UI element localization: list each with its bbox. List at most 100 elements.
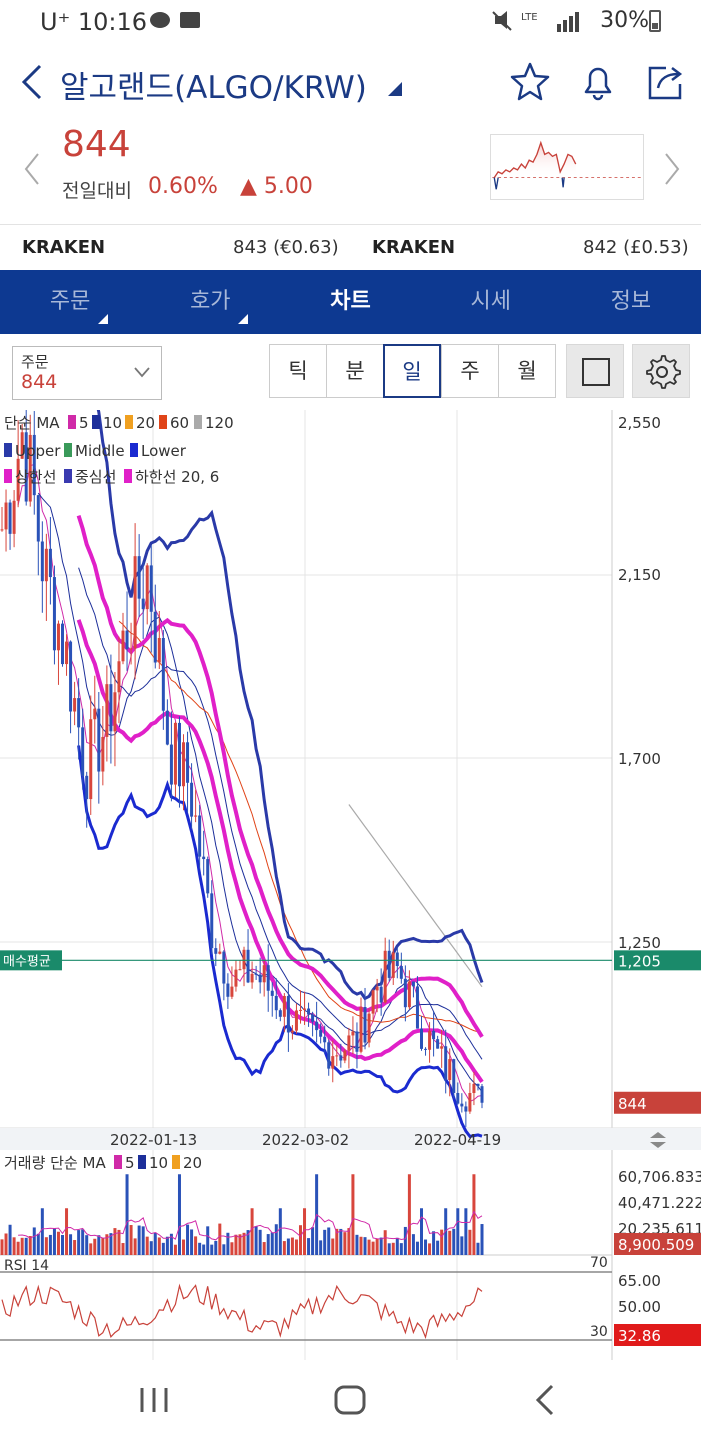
home-icon[interactable] [330,1380,370,1420]
candle-body [161,637,165,711]
volume-tick: 60,706.833 [618,1168,701,1186]
volume-bar [355,1234,359,1255]
date-tick: 2022-01-13 [110,1131,197,1149]
change-percent: 0.60% [148,174,218,199]
candle-body [85,775,89,800]
volume-bar [214,1240,218,1255]
candle-body [81,727,85,776]
back-nav-icon[interactable] [526,1380,566,1420]
volume-bar [153,1232,157,1255]
settings-button[interactable] [632,344,690,398]
candle-body [290,1030,294,1033]
page-title[interactable]: 알고랜드(ALGO/KRW) [60,62,367,107]
carrier-label: U⁺ [40,8,71,36]
volume-bar [327,1227,331,1255]
candle-body [258,974,262,983]
candle-body [270,990,274,996]
volume-bar [61,1235,65,1255]
volume-bar [117,1229,121,1255]
legend-swatch [68,415,76,429]
volume-bar [198,1242,202,1255]
legend-item: 중심선 [75,468,116,486]
volume-bar [319,1240,323,1255]
candle-body [230,986,234,997]
candle-body [206,859,210,894]
candle-body [36,495,40,542]
title-dropdown-icon[interactable] [388,82,402,96]
volume-bar [278,1208,282,1255]
volume-bar [440,1229,444,1255]
candle-body [444,1046,448,1081]
share-icon[interactable] [644,60,688,104]
volume-bar [460,1236,464,1255]
recent-apps-icon[interactable] [134,1380,174,1420]
candle-body [186,742,190,783]
prev-chevron-icon[interactable] [22,152,42,186]
app-header: 알고랜드(ALGO/KRW) [0,52,701,112]
tab-chart[interactable]: 차트 [280,270,420,334]
volume-bar [323,1229,327,1255]
period-month-button[interactable]: 월 [498,344,556,398]
volume-bar [177,1174,181,1255]
price-tick: 2,550 [618,414,661,432]
volume-last-value: 8,900.509 [618,1236,694,1254]
candle-body [391,952,395,978]
star-icon[interactable] [508,60,552,104]
candle-body [101,736,105,772]
price-summary: 844 전일대비 0.60% ▲ 5.00 [0,118,701,222]
volume-bar [157,1237,161,1255]
price-tick: 2,150 [618,566,661,584]
main-tabs: 주문 호가 차트 시세 정보 [0,270,701,334]
volume-bar [464,1208,468,1255]
volume-bar [403,1226,407,1255]
period-tick-button[interactable]: 틱 [269,344,327,398]
volume-bar [85,1235,89,1255]
volume-bar [432,1231,436,1255]
price-chart[interactable]: 매수평균 1,205 844 2,550 2,150 1,700 1,250 2… [0,376,701,1360]
tab-order[interactable]: 주문 [0,270,140,334]
period-day-button[interactable]: 일 [383,344,441,398]
candle-body [12,500,16,534]
legend-swatch [4,469,12,483]
fullscreen-button[interactable] [566,344,624,398]
candle-body [109,684,113,732]
candle-body [157,637,161,663]
volume-bar [52,1228,56,1255]
legend-swatch [172,1155,180,1169]
ma-legend-title: 단순 MA [4,414,60,432]
tab-market[interactable]: 시세 [421,270,561,334]
volume-bar [93,1238,97,1255]
tab-info[interactable]: 정보 [561,270,701,334]
date-axis-band [0,1128,701,1150]
volume-bar [480,1224,484,1255]
volume-bar [194,1236,198,1255]
candle-body [93,708,97,720]
candle-body [0,529,4,531]
period-week-button[interactable]: 주 [441,344,499,398]
candle-body [307,1008,311,1015]
candle-body [456,1092,460,1104]
back-arrow-icon[interactable] [18,62,48,102]
chart-toolbar: 주문 844 틱 분 일 주 월 [0,334,701,410]
legend-item: 10 [149,1154,168,1172]
candle-body [359,1007,363,1052]
volume-bar [363,1237,367,1255]
candle-body [472,1083,476,1093]
candle-body [363,1007,367,1043]
candle-body [214,948,218,954]
legend-item: 20 [183,1154,202,1172]
tab-orderbook[interactable]: 호가 [140,270,280,334]
next-chevron-icon[interactable] [662,152,682,186]
candle-body [266,965,270,991]
period-minute-button[interactable]: 분 [326,344,384,398]
volume-bar [286,1238,290,1255]
volume-bar [428,1243,432,1255]
volume-bar [411,1234,415,1255]
candle-body [440,1046,444,1049]
volume-bar [222,1244,226,1255]
volume-bar [81,1229,85,1255]
bell-icon[interactable] [576,60,620,104]
volume-bar [456,1208,460,1255]
chart-canvas[interactable]: 매수평균 1,205 844 2,550 2,150 1,700 1,250 2… [0,376,701,1360]
order-dropdown[interactable]: 주문 844 [12,346,162,400]
